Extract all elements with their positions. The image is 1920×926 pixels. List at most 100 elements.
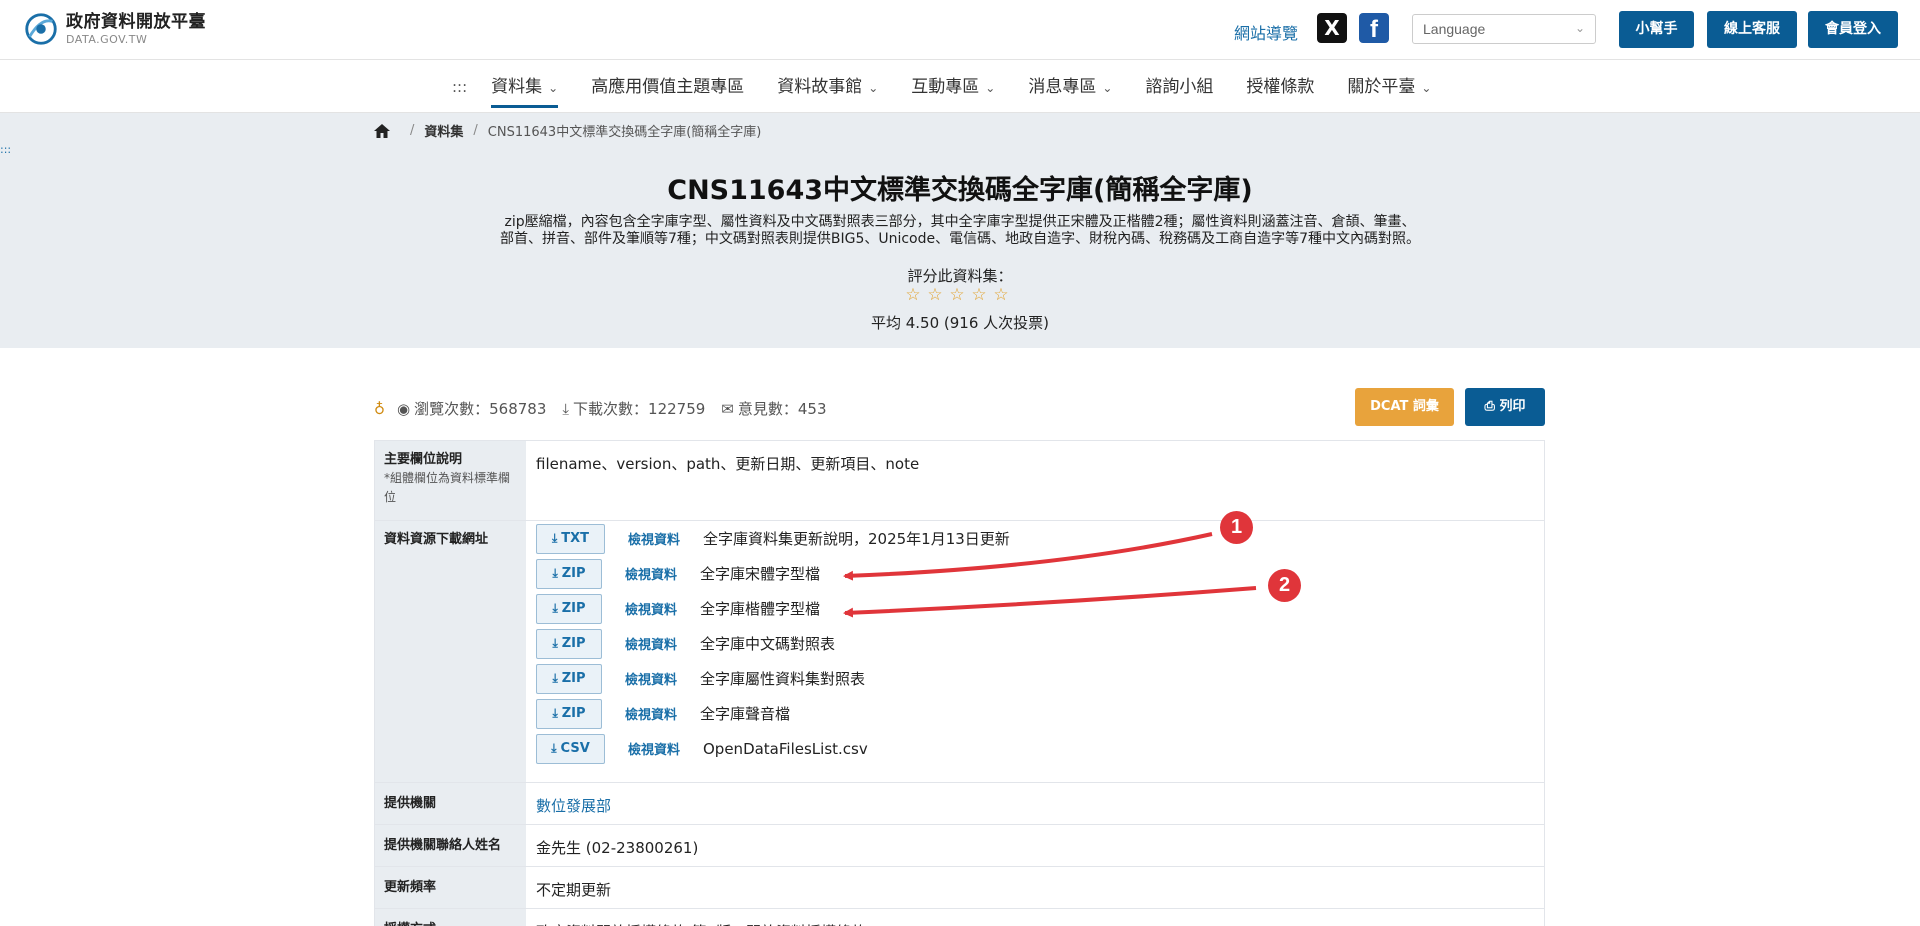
contact-value: 金先生 (02-23800261): [526, 825, 1544, 866]
rating-label: 評分此資料集：: [907, 267, 1013, 285]
content-accesskey[interactable]: :::: [0, 143, 11, 156]
star-icon[interactable]: ☆: [902, 285, 924, 305]
download-zip-button[interactable]: ⤓ ZIP: [536, 628, 602, 659]
nav-item-label: 互動專區: [911, 77, 980, 97]
breadcrumb-datasets[interactable]: 資料集: [424, 121, 463, 140]
download-zip-button[interactable]: ⤓ ZIP: [536, 558, 602, 589]
download-icon: ⤓: [552, 566, 558, 580]
rating-average: 平均 4.50 (916 人次投票): [870, 314, 1050, 332]
table-row: 提供機關聯絡人姓名 金先生 (02-23800261): [375, 825, 1544, 867]
dataset-hero: / 資料集 / CNS11643中文標準交換碼全字庫(簡稱全字庫) ::: CN…: [0, 113, 1920, 348]
dataset-stats: ♁ ◉ 瀏覽次數： 568783 ⤓ 下載次數： 122759 ✉ 意見數： 4…: [374, 398, 827, 419]
download-icon: ⤓: [551, 741, 557, 755]
row-label: 主要欄位說明 *組體欄位為資料標準欄位: [375, 441, 526, 520]
resource-item: ⤓ ZIP 檢視資料 全字庫宋體字型檔: [536, 556, 1534, 591]
download-icon: ⤓: [552, 601, 558, 615]
view-data-link[interactable]: 檢視資料: [628, 529, 683, 548]
nav-item-label: 關於平臺: [1347, 77, 1416, 97]
download-zip-button[interactable]: ⤓ ZIP: [536, 593, 602, 624]
logo-subtitle: DATA.GOV.TW: [66, 32, 148, 46]
dcat-button[interactable]: DCAT 詞彙: [1355, 388, 1454, 426]
views-count: 568783: [489, 399, 547, 418]
format-label: CSV: [560, 741, 590, 756]
provider-link[interactable]: 數位發展部: [536, 797, 611, 815]
x-twitter-icon[interactable]: X: [1317, 13, 1347, 43]
chevron-down-icon: ⌄: [1574, 21, 1585, 35]
view-data-link[interactable]: 檢視資料: [625, 704, 680, 723]
format-label: ZIP: [561, 671, 586, 686]
resource-item: ⤓ ZIP 檢視資料 全字庫聲音檔: [536, 696, 1534, 731]
downloads-label: 下載次數：: [573, 400, 649, 418]
resource-name: 全字庫中文碼對照表: [700, 635, 836, 653]
table-row: 主要欄位說明 *組體欄位為資料標準欄位 filename、version、pat…: [375, 441, 1544, 521]
fields-note: *組體欄位為資料標準欄位: [384, 471, 511, 504]
resource-list: ⤓ TXT 檢視資料 全字庫資料集更新說明，2025年1月13日更新 ⤓ ZIP 檢視資料全…: [526, 521, 1544, 782]
site-logo[interactable]: 政府資料開放平臺 DATA.GOV.TW: [22, 10, 206, 48]
resources-label: 資料資源下載網址: [375, 521, 526, 782]
license-label: 授權方式: [375, 909, 526, 926]
view-data-link[interactable]: 檢視資料: [625, 564, 680, 583]
resource-name: 全字庫聲音檔: [700, 705, 791, 723]
download-txt-button[interactable]: ⤓ TXT: [536, 523, 605, 554]
view-data-link[interactable]: 檢視資料: [625, 669, 680, 688]
contact-label: 提供機關聯絡人姓名: [375, 825, 526, 866]
frequency-value: 不定期更新: [526, 867, 1544, 908]
sitemap-link[interactable]: 網站導覽: [1234, 20, 1298, 44]
nav-item-6[interactable]: 授權條款: [1246, 61, 1314, 113]
chevron-down-icon: ⌄: [1102, 81, 1113, 95]
nav-item-4[interactable]: 消息專區 ⌄: [1028, 61, 1112, 113]
star-icon[interactable]: ☆: [924, 285, 946, 305]
comments-count: 453: [797, 399, 827, 418]
downloads-count: 122759: [648, 399, 706, 418]
nav-item-label: 資料集: [491, 77, 543, 97]
dataset-description: zip壓縮檔，內容包含全字庫字型、屬性資料及中文碼對照表三部分，其中全字庫字型提…: [460, 214, 1460, 248]
online-service-button[interactable]: 線上客服: [1707, 11, 1797, 48]
breadcrumb-separator: /: [473, 123, 478, 138]
comments-label: 意見數：: [737, 400, 798, 418]
nav-item-5[interactable]: 諮詢小組: [1145, 61, 1213, 113]
nav-item-7[interactable]: 關於平臺 ⌄: [1347, 61, 1431, 113]
nav-item-1[interactable]: 高應用價值主題專區: [591, 61, 744, 113]
nav-accesskey[interactable]: :::: [452, 78, 467, 96]
facebook-icon[interactable]: f: [1359, 13, 1389, 43]
format-label: ZIP: [561, 636, 586, 651]
resource-name: 全字庫宋體字型檔: [700, 565, 821, 583]
nav-item-0[interactable]: 資料集 ⌄: [491, 61, 559, 113]
star-icon[interactable]: ☆: [968, 285, 990, 305]
download-zip-button[interactable]: ⤓ ZIP: [536, 663, 602, 694]
home-icon[interactable]: [374, 123, 390, 138]
nav-item-label: 資料故事館: [777, 77, 863, 97]
dataset-info-table: 主要欄位說明 *組體欄位為資料標準欄位 filename、version、pat…: [374, 440, 1545, 926]
logo-title: 政府資料開放平臺: [66, 11, 206, 32]
format-label: ZIP: [561, 706, 586, 721]
resource-item: ⤓ TXT 檢視資料 全字庫資料集更新說明，2025年1月13日更新: [536, 521, 1534, 556]
download-zip-button[interactable]: ⤓ ZIP: [536, 698, 602, 729]
nav-item-label: 消息專區: [1028, 77, 1097, 97]
comments-icon: ✉: [721, 399, 734, 418]
print-button[interactable]: ⎙ 列印: [1465, 388, 1545, 426]
nav-item-2[interactable]: 資料故事館 ⌄: [777, 61, 878, 113]
view-data-link[interactable]: 檢視資料: [625, 634, 680, 653]
printer-icon: ⎙: [1484, 399, 1500, 414]
description-line: 部首、拼音、部件及筆順等7種；中文碼對照表則提供BIG5、Unicode、電信碼…: [499, 231, 1421, 247]
table-row: 資料資源下載網址 ⤓ TXT 檢視資料 全字庫資料集更新說明，2025年1月13日更新…: [375, 521, 1544, 783]
view-data-link[interactable]: 檢視資料: [625, 599, 680, 618]
views-label: 瀏覽次數：: [414, 400, 490, 418]
breadcrumb: / 資料集 / CNS11643中文標準交換碼全字庫(簡稱全字庫): [374, 121, 761, 140]
description-line: zip壓縮檔，內容包含全字庫字型、屬性資料及中文碼對照表三部分，其中全字庫字型提…: [504, 214, 1416, 230]
view-data-link[interactable]: 檢視資料: [628, 739, 683, 758]
language-select[interactable]: Language ⌄: [1412, 14, 1596, 44]
helper-button[interactable]: 小幫手: [1619, 11, 1694, 48]
resource-name: 全字庫楷體字型檔: [700, 600, 821, 618]
star-icon[interactable]: ☆: [946, 285, 968, 305]
download-icon: ⤓: [552, 636, 558, 650]
nav-item-label: 授權條款: [1246, 77, 1315, 97]
download-csv-button[interactable]: ⤓ CSV: [536, 733, 605, 764]
nav-item-label: 諮詢小組: [1145, 77, 1214, 97]
format-label: ZIP: [561, 601, 586, 616]
annotation-badge-2: 2: [1268, 569, 1301, 602]
provider-label: 提供機關: [375, 783, 526, 824]
star-icon[interactable]: ☆: [990, 285, 1012, 305]
nav-item-3[interactable]: 互動專區 ⌄: [911, 61, 995, 113]
member-login-button[interactable]: 會員登入: [1808, 11, 1898, 48]
